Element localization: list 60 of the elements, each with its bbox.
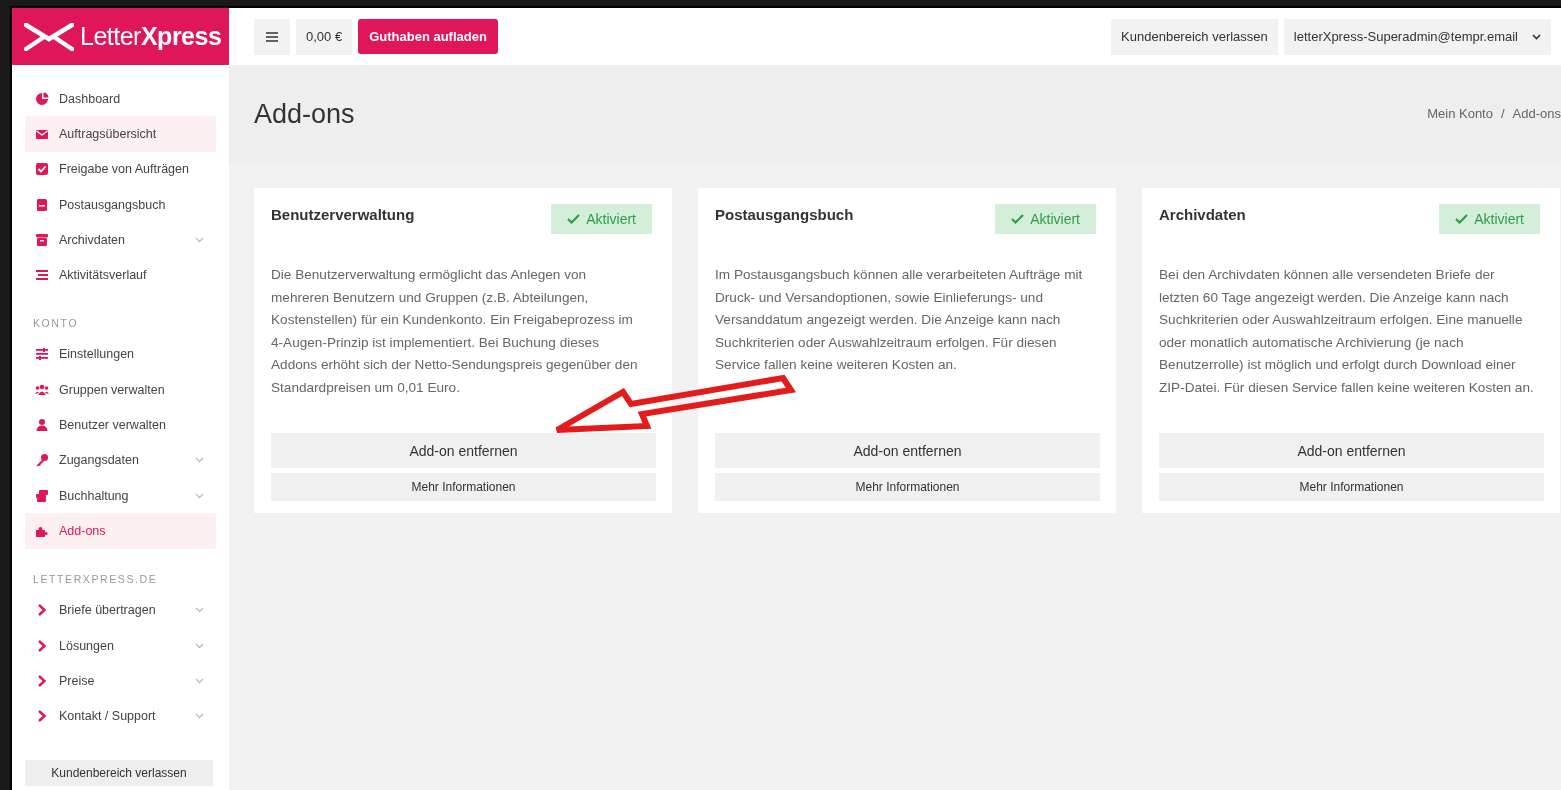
sidebar-item[interactable]: Buchhaltung [25,477,216,514]
check-icon [1455,214,1469,224]
remove-button[interactable]: Add-on entfernen [271,433,656,468]
remove-button[interactable]: Add-on entfernen [1159,433,1544,468]
sidebar-item[interactable]: Add-ons [25,513,216,549]
breadcrumb-item[interactable]: Mein Konto [1427,106,1493,121]
sidebar-item[interactable]: Postausgangsbuch [25,186,216,223]
sidebar-item[interactable]: Kontakt / Support [25,698,216,734]
pie-chart-icon [35,91,49,106]
sidebar-item[interactable]: Einstellungen [25,336,216,373]
checkbox-icon [35,162,49,177]
check-icon [567,214,581,224]
user-menu[interactable]: letterXpress-Superadmin@tempr.email [1283,18,1551,55]
card-title: Benutzerverwaltung [271,205,415,223]
card-title: Postausgangsbuch [715,205,854,223]
sidebar-item[interactable]: Lösungen [25,627,216,664]
card-description: Im Postausgangsbuch können alle verarbeiteten Aufträge mit Druck- und Versandoptionen, sowie Einlieferungs- und Versanddatum angezeigt werden. Die Anzeige kann nach Suchkriterien oder Auswahlzeitraum erfolgen. Für diesen Service fallen keine weiteren Kosten an. [715,266,1084,374]
sidebar-item[interactable]: Dashboard [25,81,216,117]
status-badge: Aktiviert [551,204,652,234]
sidebar-item[interactable]: Zugangsdaten [25,442,216,478]
caret-icon [1532,33,1541,40]
info-button[interactable]: Mehr Informationen [715,473,1100,501]
key-icon [35,453,49,468]
sidebar-item[interactable]: Preise [25,663,216,699]
info-button[interactable]: Mehr Informationen [1159,473,1544,501]
card-description: Die Benutzerverwaltung ermöglicht das Anlegen von mehreren Benutzern und Gruppen (z.B. Abteilungen, Kostenstellen) für ein Kundenkonto. Ein Freigabeprozess im 4-Augen-Prinzip ist implementiert. Bei Buchung dieses Addons erhöht sich der Netto-Sendungspreis gegenüber den Standardpreisen um 0,01 Euro. [271,266,639,397]
list-icon [35,268,49,283]
breadcrumb-separator: / [1500,106,1505,121]
sidebar-item[interactable]: Benutzer verwalten [25,407,216,443]
group-icon [35,382,49,397]
brand-name: LetterXpress [80,22,222,51]
page-title: Add-ons [254,99,355,130]
user-icon [35,418,49,432]
card-title: Archivdaten [1159,205,1246,223]
section-heading: LETTERXPRESS.DE [32,571,159,587]
breadcrumb-item: Add-ons [1512,106,1561,121]
sidebar-item[interactable]: Archivdaten [25,222,216,258]
sidebar-item[interactable]: Freigabe von Aufträgen [25,151,216,187]
book-icon [35,197,49,212]
logo-icon [24,22,74,51]
menu-icon [266,31,278,42]
leave-button[interactable]: Kundenbereich verlassen [25,760,213,786]
stack-icon [35,488,49,503]
sidebar-item[interactable]: Aktivitätsverlauf [25,257,216,293]
sidebar-item[interactable]: Auftragsübersicht [25,116,216,152]
status-badge: Aktiviert [995,204,1096,234]
leave-button[interactable]: Kundenbereich verlassen [1111,18,1278,55]
balance-display: 0,00 € [296,18,353,55]
sidebar-item[interactable]: Gruppen verwalten [25,372,216,408]
remove-button[interactable]: Add-on entfernen [715,433,1100,468]
section-heading: KONTO [32,315,80,331]
status-badge: Aktiviert [1439,204,1540,234]
sliders-icon [35,347,49,362]
check-icon [1011,214,1025,224]
menu-button[interactable] [254,18,290,55]
topup-button[interactable]: Guthaben aufladen [358,19,498,54]
sidebar-item[interactable]: Briefe übertragen [25,592,216,628]
card-description: Bei den Archivdaten können alle versendeten Briefe der letzten 60 Tage angezeigt werden. Die Anzeige kann nach Suchkriterien oder Auswahlzeitraum erfolgen. Eine manuelle oder monatlich automatische Archivierung (je nach Benutzerrolle) ist möglich und erfolgt durch Download einer ZIP-Datei. Für diesen Service fallen keine weiteren Kosten an. [1159,266,1535,397]
archive-box-icon [35,232,49,247]
info-button[interactable]: Mehr Informationen [271,473,656,501]
